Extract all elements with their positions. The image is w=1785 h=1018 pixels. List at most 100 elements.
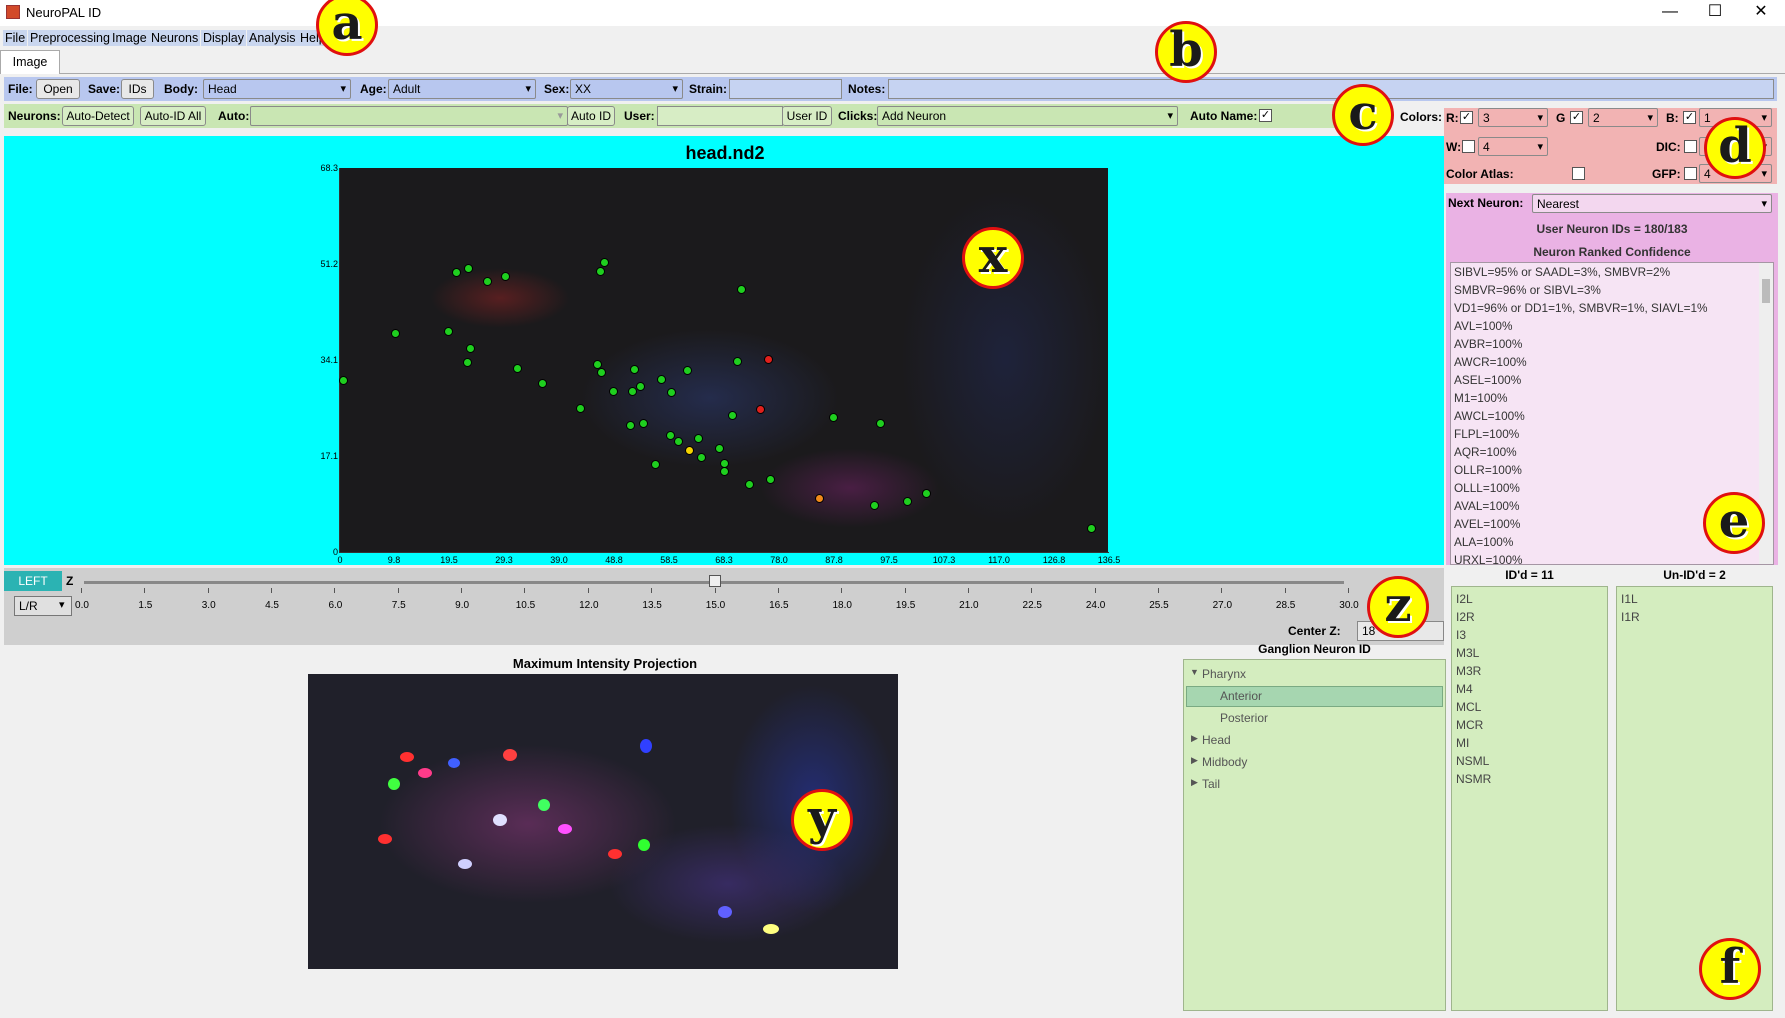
list-item[interactable]: MCL [1452, 698, 1607, 716]
b-checkbox[interactable]: ✓ [1683, 111, 1696, 124]
neuron-marker[interactable] [600, 258, 609, 267]
tree-item-anterior[interactable]: Anterior [1220, 689, 1262, 703]
list-item[interactable]: AVL=100% [1451, 317, 1773, 335]
tree-item-pharynx[interactable]: Pharynx [1202, 667, 1246, 681]
menu-file[interactable]: File [3, 30, 28, 46]
maximize-button[interactable]: ☐ [1692, 0, 1738, 26]
neuron-marker[interactable] [829, 413, 838, 422]
g-checkbox[interactable]: ✓ [1570, 111, 1583, 124]
neuron-marker[interactable] [715, 444, 724, 453]
neuron-marker[interactable] [674, 437, 683, 446]
list-item[interactable]: I2R [1452, 608, 1607, 626]
tree-item-midbody[interactable]: Midbody [1202, 755, 1247, 769]
tab-image[interactable]: Image [0, 50, 60, 74]
scrollbar-thumb[interactable] [1762, 279, 1770, 303]
tree-item-posterior[interactable]: Posterior [1220, 711, 1268, 725]
tree-item-tail[interactable]: Tail [1202, 777, 1220, 791]
r-checkbox[interactable]: ✓ [1460, 111, 1473, 124]
list-item[interactable]: NSMR [1452, 770, 1607, 788]
auto-select[interactable] [250, 106, 568, 126]
neuron-marker[interactable] [464, 264, 473, 273]
list-item[interactable]: AWCL=100% [1451, 407, 1773, 425]
body-select[interactable]: Head [203, 79, 351, 99]
menu-display[interactable]: Display [201, 30, 246, 46]
open-button[interactable]: Open [36, 79, 80, 99]
user-id-button[interactable]: User ID [782, 106, 832, 126]
neuron-marker[interactable] [737, 285, 746, 294]
auto-id-all-button[interactable]: Auto-ID All [140, 106, 206, 126]
neuron-image-slice[interactable] [340, 168, 1108, 552]
neuron-marker[interactable] [513, 364, 522, 373]
sex-select[interactable]: XX [570, 79, 683, 99]
list-item[interactable]: OLLR=100% [1451, 461, 1773, 479]
list-item[interactable]: I2L [1452, 590, 1607, 608]
neuron-marker[interactable] [756, 405, 765, 414]
menu-neurons[interactable]: Neurons [149, 30, 201, 46]
neuron-marker[interactable] [815, 494, 824, 503]
neuron-marker[interactable] [685, 446, 694, 455]
age-select[interactable]: Adult [388, 79, 536, 99]
ganglion-tree[interactable]: ▼ Pharynx Anterior Posterior ▶ Head ▶ Mi… [1183, 659, 1446, 1011]
neuron-marker[interactable] [596, 267, 605, 276]
neuron-marker[interactable] [576, 404, 585, 413]
save-ids-button[interactable]: IDs [121, 79, 154, 99]
notes-input[interactable] [888, 79, 1774, 99]
list-item[interactable]: SIBVL=95% or SAADL=3%, SMBVR=2% [1451, 263, 1773, 281]
neuron-marker[interactable] [452, 268, 461, 277]
auto-detect-button[interactable]: Auto-Detect [62, 106, 134, 126]
list-item[interactable]: M4 [1452, 680, 1607, 698]
neuron-marker[interactable] [444, 327, 453, 336]
neuron-marker[interactable] [483, 277, 492, 286]
neuron-marker[interactable] [870, 501, 879, 510]
tree-item-head[interactable]: Head [1202, 733, 1231, 747]
next-neuron-select[interactable]: Nearest [1532, 194, 1772, 213]
minimize-button[interactable]: — [1647, 0, 1693, 26]
idd-list[interactable]: I2L I2R I3 M3L M3R M4 MCL MCR MI NSML NS… [1451, 586, 1608, 1011]
neuron-marker[interactable] [636, 382, 645, 391]
r-select[interactable]: 3 [1478, 108, 1548, 127]
menu-preprocessing[interactable]: Preprocessing [28, 30, 112, 46]
user-input[interactable] [657, 106, 783, 126]
neuron-marker[interactable] [466, 344, 475, 353]
neuron-marker[interactable] [667, 388, 676, 397]
neuron-marker[interactable] [733, 357, 742, 366]
neuron-marker[interactable] [339, 376, 348, 385]
list-item[interactable]: M3R [1452, 662, 1607, 680]
list-item[interactable]: ASEL=100% [1451, 371, 1773, 389]
neuron-marker[interactable] [1087, 524, 1096, 533]
neuron-marker[interactable] [697, 453, 706, 462]
neuron-marker[interactable] [630, 365, 639, 374]
neuron-marker[interactable] [501, 272, 510, 281]
list-item[interactable]: AVBR=100% [1451, 335, 1773, 353]
neuron-marker[interactable] [538, 379, 547, 388]
g-select[interactable]: 2 [1588, 108, 1658, 127]
neuron-marker[interactable] [745, 480, 754, 489]
w-select[interactable]: 4 [1478, 137, 1548, 156]
list-item[interactable]: I1L [1617, 590, 1772, 608]
close-button[interactable]: ✕ [1738, 0, 1784, 26]
w-checkbox[interactable] [1462, 140, 1475, 153]
list-item[interactable]: VD1=96% or DD1=1%, SMBVR=1%, SIAVL=1% [1451, 299, 1773, 317]
list-item[interactable]: URXL=100% [1451, 551, 1773, 564]
strain-input[interactable] [729, 79, 842, 99]
neuron-marker[interactable] [597, 368, 606, 377]
neuron-marker[interactable] [720, 467, 729, 476]
color-atlas-checkbox[interactable] [1572, 167, 1585, 180]
neuron-marker[interactable] [463, 358, 472, 367]
neuron-marker[interactable] [391, 329, 400, 338]
neuron-marker[interactable] [903, 497, 912, 506]
auto-name-checkbox[interactable]: ✓ [1259, 109, 1272, 122]
neuron-marker[interactable] [764, 355, 773, 364]
neuron-marker[interactable] [683, 366, 692, 375]
clicks-select[interactable]: Add Neuron [877, 106, 1178, 126]
neuron-marker[interactable] [728, 411, 737, 420]
list-item[interactable]: I3 [1452, 626, 1607, 644]
list-item[interactable]: NSML [1452, 752, 1607, 770]
neuron-marker[interactable] [626, 421, 635, 430]
list-item[interactable]: M3L [1452, 644, 1607, 662]
list-item[interactable]: SMBVR=96% or SIBVL=3% [1451, 281, 1773, 299]
list-item[interactable]: AQR=100% [1451, 443, 1773, 461]
menu-image[interactable]: Image [110, 30, 149, 46]
menu-analysis[interactable]: Analysis [247, 30, 298, 46]
list-item[interactable]: MCR [1452, 716, 1607, 734]
